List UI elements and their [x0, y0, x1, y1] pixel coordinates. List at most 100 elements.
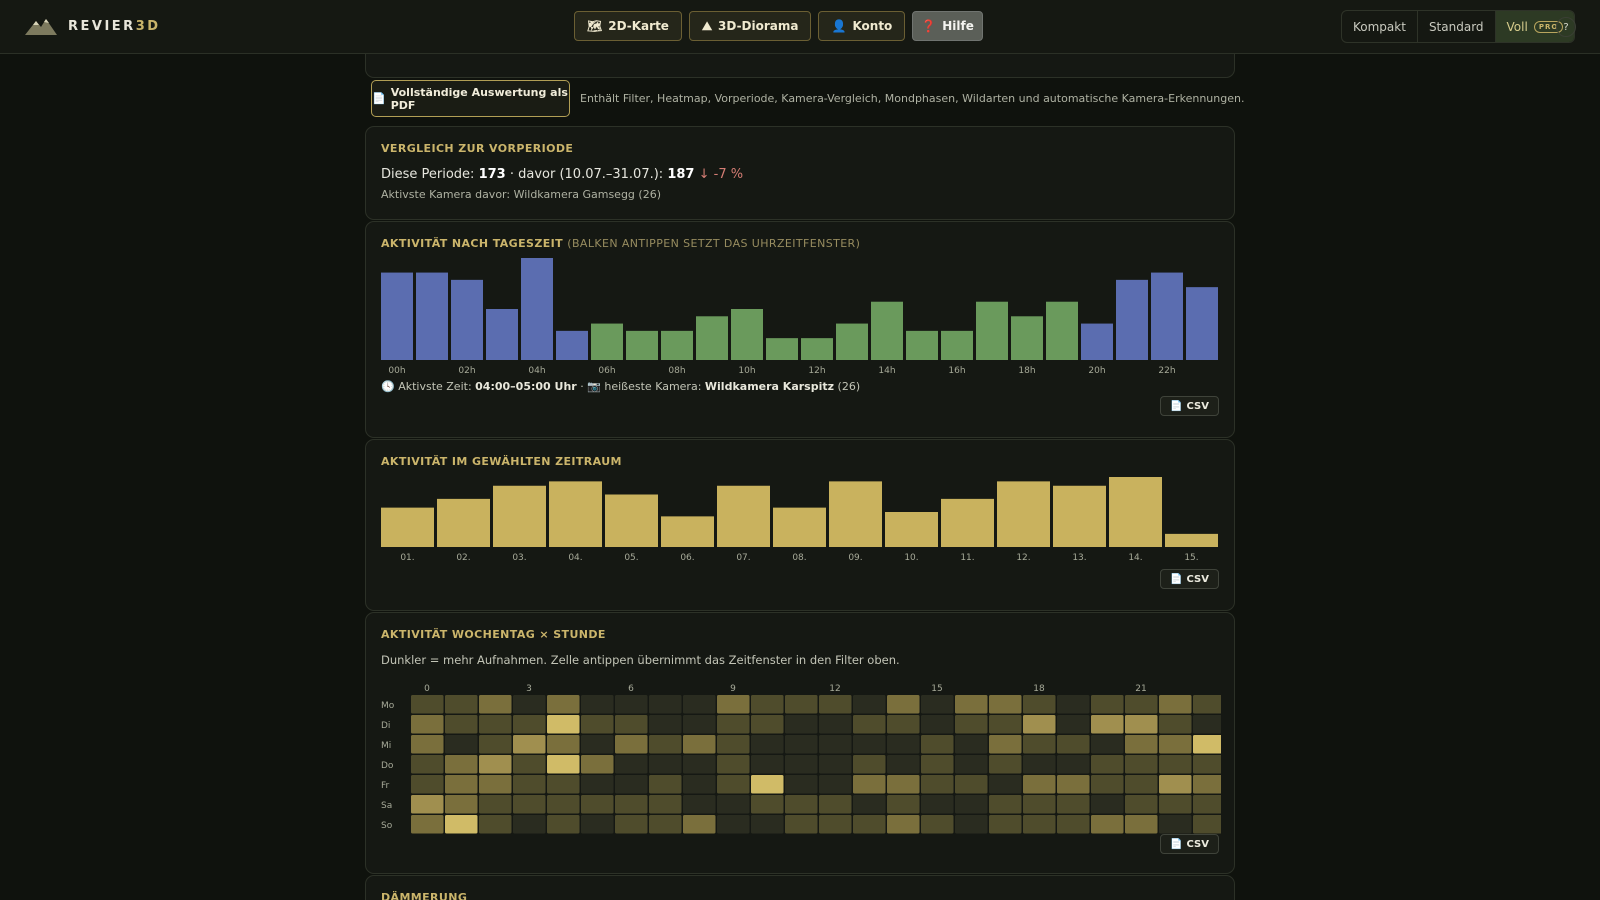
heatmap-cell[interactable]: [513, 795, 546, 814]
hour-bar-07h[interactable]: [626, 330, 658, 360]
view-compact-button[interactable]: Kompakt: [1342, 11, 1418, 42]
hour-bar-10h[interactable]: [731, 309, 763, 360]
heatmap-cell[interactable]: [1091, 815, 1124, 834]
heatmap-cell[interactable]: [479, 735, 512, 754]
heatmap-cell[interactable]: [1091, 695, 1124, 714]
heatmap-cell[interactable]: [513, 775, 546, 794]
heatmap-cell[interactable]: [683, 715, 716, 734]
heatmap-cell[interactable]: [921, 795, 954, 814]
heatmap-cell[interactable]: [683, 755, 716, 774]
heatmap-cell[interactable]: [1057, 695, 1090, 714]
heatmap-cell[interactable]: [1193, 715, 1221, 734]
heatmap-cell[interactable]: [1193, 735, 1221, 754]
view-standard-button[interactable]: Standard: [1418, 11, 1496, 42]
heatmap-cell[interactable]: [547, 695, 580, 714]
heatmap-cell[interactable]: [615, 735, 648, 754]
heatmap-cell[interactable]: [1023, 815, 1056, 834]
hour-bar-05h[interactable]: [556, 330, 588, 360]
heatmap-cell[interactable]: [955, 815, 988, 834]
heatmap-cell[interactable]: [479, 815, 512, 834]
heatmap-cell[interactable]: [989, 735, 1022, 754]
heatmap-cell[interactable]: [785, 815, 818, 834]
heatmap-cell[interactable]: [717, 755, 750, 774]
heatmap-cell[interactable]: [581, 735, 614, 754]
heatmap-cell[interactable]: [615, 755, 648, 774]
heatmap-cell[interactable]: [717, 735, 750, 754]
day-bar-08.[interactable]: [773, 507, 826, 547]
heatmap-cell[interactable]: [751, 775, 784, 794]
heatmap-cell[interactable]: [751, 795, 784, 814]
day-bar-12.[interactable]: [997, 481, 1050, 547]
heatmap-cell[interactable]: [955, 695, 988, 714]
heatmap-cell[interactable]: [819, 795, 852, 814]
heatmap-cell[interactable]: [1091, 735, 1124, 754]
heatmap-cell[interactable]: [887, 735, 920, 754]
help-button[interactable]: ❓ Hilfe: [912, 11, 983, 41]
heatmap-cell[interactable]: [411, 795, 444, 814]
heatmap-cell[interactable]: [785, 695, 818, 714]
day-bar-13.[interactable]: [1053, 485, 1106, 547]
heatmap-cell[interactable]: [479, 795, 512, 814]
heatmap-cell[interactable]: [513, 715, 546, 734]
heatmap-cell[interactable]: [1091, 755, 1124, 774]
heatmap-cell[interactable]: [1159, 695, 1192, 714]
hour-bar-17h[interactable]: [976, 301, 1008, 360]
heatmap-cell[interactable]: [921, 695, 954, 714]
heatmap-cell[interactable]: [955, 775, 988, 794]
heatmap-cell[interactable]: [853, 715, 886, 734]
heatmap-cell[interactable]: [819, 775, 852, 794]
period-csv-button[interactable]: 📄 CSV: [1160, 569, 1219, 589]
heatmap-cell[interactable]: [445, 795, 478, 814]
heatmap-cell[interactable]: [649, 695, 682, 714]
heatmap-cell[interactable]: [887, 755, 920, 774]
day-bar-11.[interactable]: [941, 498, 994, 547]
heatmap-cell[interactable]: [1091, 795, 1124, 814]
day-bar-03.[interactable]: [493, 485, 546, 547]
heatmap-cell[interactable]: [785, 735, 818, 754]
heatmap-cell[interactable]: [445, 755, 478, 774]
heatmap-cell[interactable]: [445, 715, 478, 734]
heatmap-cell[interactable]: [1159, 715, 1192, 734]
hour-bar-01h[interactable]: [416, 272, 448, 360]
heatmap-cell[interactable]: [717, 695, 750, 714]
heatmap-cell[interactable]: [581, 715, 614, 734]
heatmap-cell[interactable]: [853, 775, 886, 794]
hour-bar-06h[interactable]: [591, 323, 623, 360]
heatmap-cell[interactable]: [955, 715, 988, 734]
heatmap-cell[interactable]: [445, 695, 478, 714]
heatmap-cell[interactable]: [445, 735, 478, 754]
heatmap-cell[interactable]: [445, 815, 478, 834]
heatmap-cell[interactable]: [581, 815, 614, 834]
heatmap-cell[interactable]: [1023, 795, 1056, 814]
hour-bar-11h[interactable]: [766, 338, 798, 360]
heatmap-cell[interactable]: [683, 815, 716, 834]
heatmap-cell[interactable]: [1193, 695, 1221, 714]
hourly-csv-button[interactable]: 📄 CSV: [1160, 396, 1219, 416]
heatmap-cell[interactable]: [887, 815, 920, 834]
heatmap-cell[interactable]: [853, 755, 886, 774]
heatmap-cell[interactable]: [547, 795, 580, 814]
day-bar-04.[interactable]: [549, 481, 602, 547]
heatmap-cell[interactable]: [1159, 735, 1192, 754]
heatmap-cell[interactable]: [989, 775, 1022, 794]
heatmap-cell[interactable]: [1159, 775, 1192, 794]
day-bar-09.[interactable]: [829, 481, 882, 547]
heatmap-cell[interactable]: [989, 755, 1022, 774]
hour-bar-09h[interactable]: [696, 316, 728, 360]
heatmap-cell[interactable]: [989, 795, 1022, 814]
hour-bar-12h[interactable]: [801, 338, 833, 360]
heatmap-cell[interactable]: [1023, 695, 1056, 714]
heatmap-cell[interactable]: [751, 735, 784, 754]
hour-bar-22h[interactable]: [1151, 272, 1183, 360]
heatmap-cell[interactable]: [1125, 695, 1158, 714]
heatmap-cell[interactable]: [1125, 755, 1158, 774]
heatmap-cell[interactable]: [717, 715, 750, 734]
heatmap-cell[interactable]: [683, 695, 716, 714]
heatmap-cell[interactable]: [921, 715, 954, 734]
heatmap-cell[interactable]: [649, 795, 682, 814]
heatmap-cell[interactable]: [581, 695, 614, 714]
hour-bar-03h[interactable]: [486, 309, 518, 360]
heatmap-cell[interactable]: [683, 735, 716, 754]
heatmap-cell[interactable]: [717, 795, 750, 814]
hour-bar-23h[interactable]: [1186, 287, 1218, 360]
